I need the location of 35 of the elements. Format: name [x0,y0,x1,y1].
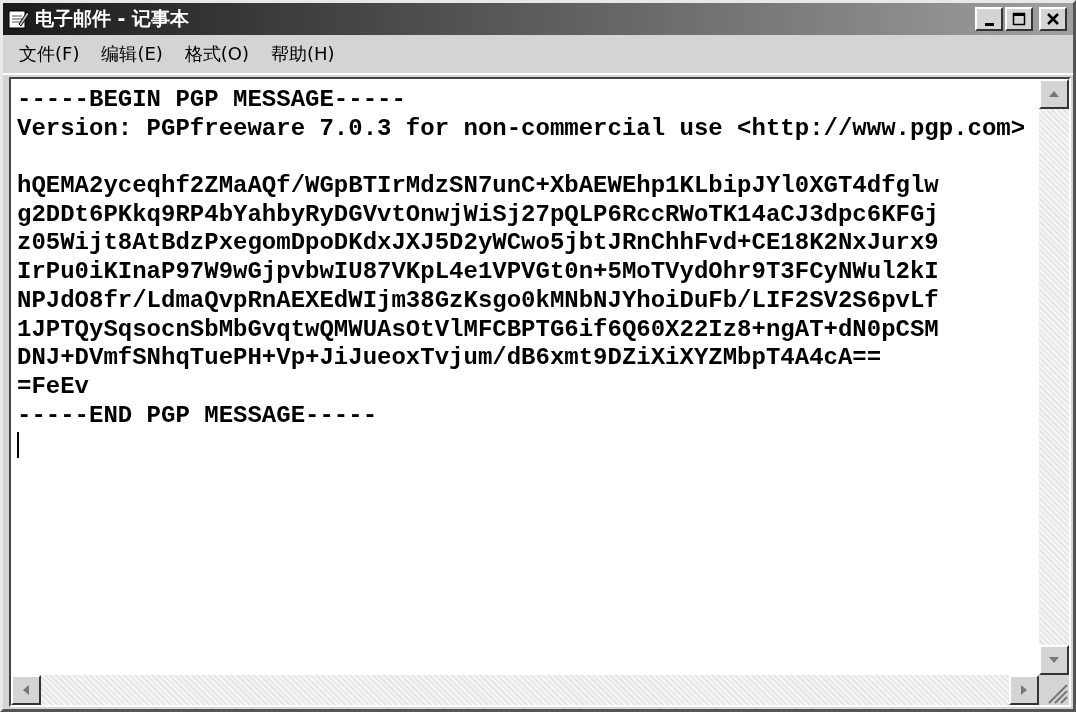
minimize-icon [984,22,994,26]
close-icon [1046,12,1060,26]
up-arrow-icon [1048,90,1060,98]
text-line: Version: PGPfreeware 7.0.3 for non-commercial use <http://www.pgp.com> [17,114,1027,144]
text-line: -----END PGP MESSAGE----- [17,401,379,431]
text-line: hQEMA2yceqhf2ZMaAQf/WGpBTIrMdzSN7unC+XbAEWEhp1KLbipJYl0XGT4dfglw [17,172,940,201]
text-line: z05Wijt8AtBdzPxegomDpoDKdxJXJ5D2yWCwo5jbtJRnChhFvd+CE18K2NxJurx9 [17,229,940,259]
text-line: -----BEGIN PGP MESSAGE----- [17,86,407,115]
vertical-scrollbar[interactable] [1039,79,1069,675]
text-line: =FeEv [17,372,90,402]
right-arrow-icon [1020,684,1028,696]
horizontal-scrollbar[interactable] [11,675,1039,705]
maximize-button[interactable] [1005,7,1033,31]
text-area[interactable] [11,79,1039,675]
text-line: NPJdO8fr/LdmaQvpRnAEXEdWIjm38GzKsgo0kMNbNJYhoiDuFb/LIF2SV2S6pvLf [17,286,940,316]
menu-item[interactable]: 文件(F) [19,42,80,66]
scroll-left-button[interactable] [11,675,41,705]
minimize-button[interactable] [975,7,1003,31]
left-arrow-icon [22,684,30,696]
text-cursor [17,432,19,459]
window-title: 电子邮件 - 记事本 [35,6,190,31]
scroll-right-button[interactable] [1009,675,1039,705]
close-button[interactable] [1039,7,1067,31]
notepad-icon [7,8,29,30]
text-line: g2DDt6PKkq9RP4bYahbyRyDGVvtOnwjWiSj27pQLP6RccRWoTK14aCJ3dpc6KFGj [17,200,940,230]
menu-item[interactable]: 编辑(E) [101,42,163,66]
text-line: IrPu0iKInaP97W9wGjpvbwIU87VKpL4e1VPVGt0n+5MoTVydOhr9T3FCyNWul2kI [17,258,940,287]
scroll-up-button[interactable] [1039,79,1069,109]
menu-item[interactable]: 帮助(H) [271,42,335,66]
text-line: DNJ+DVmfSNhqTuePH+Vp+JiJueoxTvjum/dB6xmt9DZiXiXYZMbpT4A4cA== [17,344,883,373]
maximize-icon [1012,12,1026,26]
menu-item[interactable]: 格式(O) [184,42,250,66]
down-arrow-icon [1048,656,1060,664]
scroll-down-button[interactable] [1039,645,1069,675]
text-line: 1JPTQySqsocnSbMbGvqtwQMWUAsOtVlMFCBPTG6if6Q60X22Iz8+ngAT+dN0pCSM [17,315,940,345]
